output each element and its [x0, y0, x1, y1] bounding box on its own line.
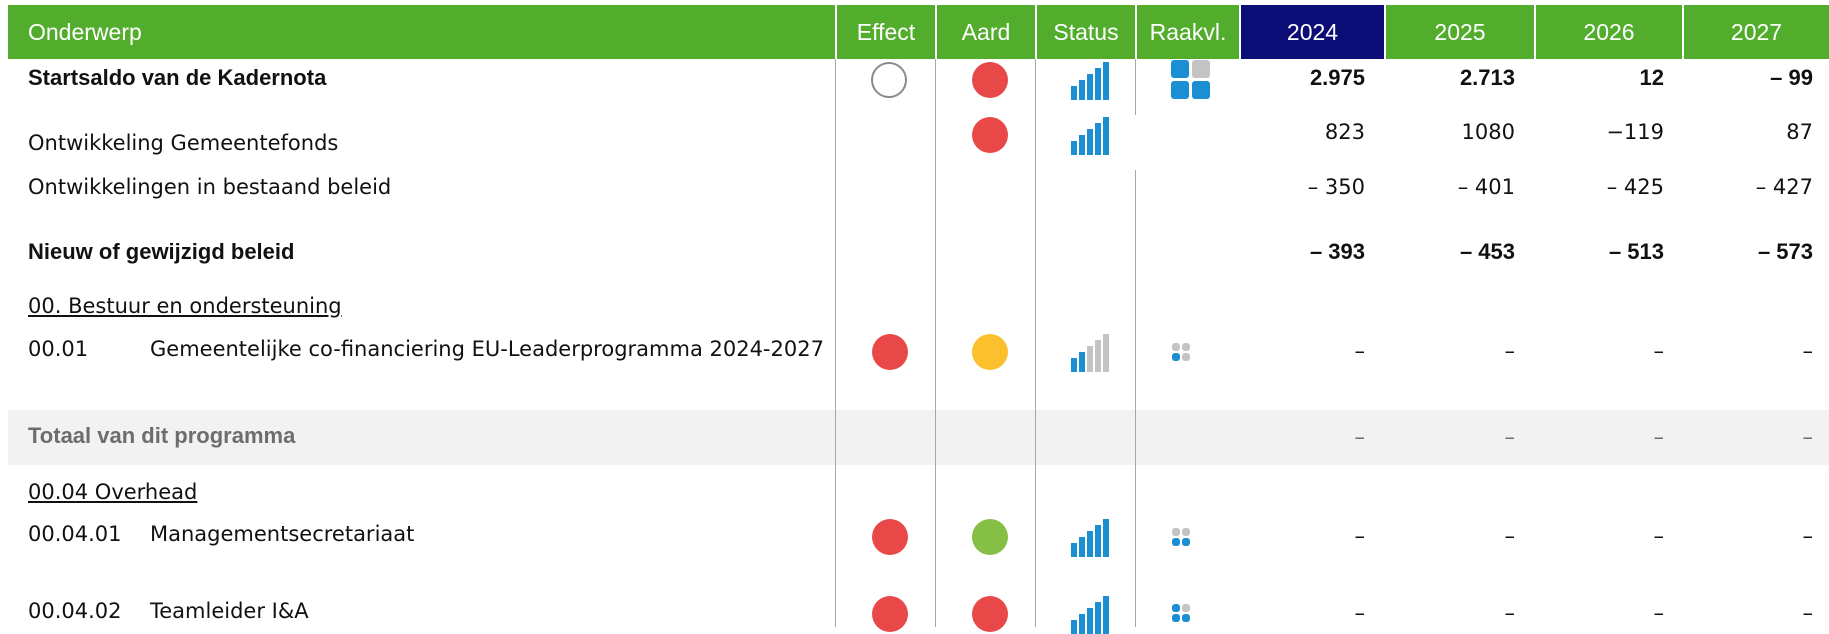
status-signal-icon	[1071, 115, 1111, 155]
value-2025: 2.713	[1459, 65, 1515, 90]
value-2027: –	[1802, 339, 1814, 363]
value-2027: –	[1802, 425, 1814, 449]
row-nieuw-beleid-label: Nieuw of gewijzigd beleid	[28, 239, 295, 264]
value-2024: –	[1354, 524, 1366, 548]
value-2026: –	[1653, 339, 1665, 363]
value-2026: – 513	[1608, 239, 1664, 264]
raakvlak-tiles-icon	[1172, 343, 1190, 361]
header-2025[interactable]: 2025	[1386, 5, 1534, 59]
header-2026[interactable]: 2026	[1536, 5, 1682, 59]
value-2025: –	[1504, 524, 1516, 548]
raakvlak-tiles-icon	[1171, 60, 1211, 100]
value-2024: –	[1354, 339, 1366, 363]
value-2027: – 573	[1757, 239, 1813, 264]
value-2026: –	[1653, 601, 1665, 625]
value-2025: 1080	[1461, 120, 1515, 144]
value-2024: – 393	[1309, 239, 1365, 264]
status-signal-icon	[1071, 60, 1111, 100]
value-2025: – 453	[1459, 239, 1515, 264]
status-signal-icon	[1071, 517, 1111, 557]
value-2027: 87	[1786, 120, 1813, 144]
raakvlak-tiles-icon	[1172, 604, 1190, 622]
value-2025: –	[1504, 425, 1516, 449]
value-2024: 823	[1324, 120, 1365, 144]
item-description: Teamleider I&A	[150, 599, 309, 623]
aard-green-circle-icon	[972, 519, 1008, 555]
header-2027[interactable]: 2027	[1684, 5, 1829, 59]
item-description: Gemeentelijke co-financiering EU-Leaderp…	[150, 337, 824, 361]
column-divider	[835, 59, 836, 627]
status-signal-icon	[1071, 332, 1111, 372]
value-2025: – 401	[1457, 175, 1515, 199]
column-divider	[1135, 170, 1136, 627]
header-2024[interactable]: 2024	[1241, 5, 1384, 59]
header-effect[interactable]: Effect	[837, 5, 935, 59]
value-2024: – 350	[1307, 175, 1365, 199]
value-2024: –	[1354, 425, 1366, 449]
item-code: 00.04.01	[28, 522, 122, 546]
value-2027: –	[1802, 524, 1814, 548]
value-2024: –	[1354, 601, 1366, 625]
value-2026: −119	[1606, 120, 1664, 144]
column-divider	[1135, 59, 1136, 115]
aard-red-circle-icon	[972, 62, 1008, 98]
effect-empty-circle-icon	[871, 62, 907, 98]
item-code: 00.01	[28, 337, 89, 361]
value-2025: –	[1504, 601, 1516, 625]
status-signal-icon	[1071, 594, 1111, 634]
value-2026: –	[1653, 524, 1665, 548]
item-description: Managementsecretariaat	[150, 522, 415, 546]
row-bestaand-beleid-label: Ontwikkelingen in bestaand beleid	[28, 175, 392, 199]
value-2026: –	[1653, 425, 1665, 449]
raakvlak-tiles-icon	[1172, 528, 1190, 546]
value-2027: – 427	[1755, 175, 1813, 199]
effect-red-circle-icon	[872, 519, 908, 555]
header-aard[interactable]: Aard	[937, 5, 1035, 59]
header-status[interactable]: Status	[1037, 5, 1135, 59]
row-startsaldo-label: Startsaldo van de Kadernota	[28, 65, 327, 90]
header-onderwerp[interactable]: Onderwerp	[8, 5, 835, 59]
column-divider	[935, 59, 936, 627]
aard-yellow-circle-icon	[972, 334, 1008, 370]
value-2027: – 99	[1770, 65, 1813, 90]
column-divider	[1035, 59, 1036, 627]
value-2027: –	[1802, 601, 1814, 625]
value-2025: –	[1504, 339, 1516, 363]
section-bestuur-link[interactable]: 00. Bestuur en ondersteuning	[28, 294, 342, 318]
value-2024: 2.975	[1309, 65, 1365, 90]
header-raakvl[interactable]: Raakvl.	[1137, 5, 1239, 59]
aard-red-circle-icon	[972, 117, 1008, 153]
effect-red-circle-icon	[872, 334, 908, 370]
value-2026: 12	[1639, 65, 1664, 90]
section-overhead-link[interactable]: 00.04 Overhead	[28, 480, 197, 504]
item-code: 00.04.02	[28, 599, 122, 623]
totaal-label: Totaal van dit programma	[28, 423, 296, 448]
row-gemeentefonds-label: Ontwikkeling Gemeentefonds	[28, 131, 339, 155]
value-2026: – 425	[1606, 175, 1664, 199]
